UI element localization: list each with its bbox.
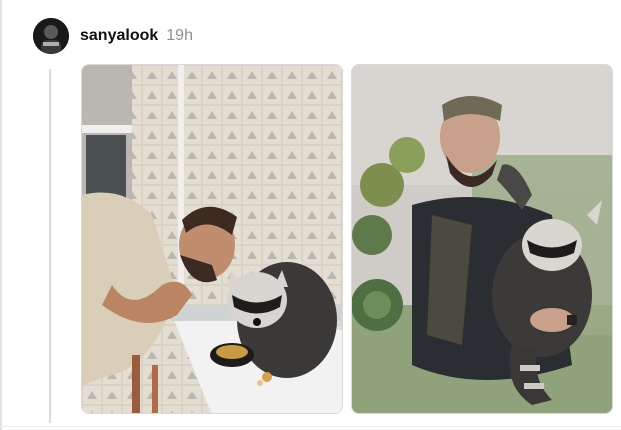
left-divider (0, 0, 2, 430)
thread-line (49, 69, 51, 423)
avatar-photo-icon (33, 18, 69, 54)
bottom-divider (0, 426, 621, 427)
photo-raccoon-kitchen-icon (82, 65, 342, 413)
photo-raccoon-hug-icon (352, 65, 612, 413)
username-link[interactable]: sanyalook (80, 27, 158, 45)
post-header: sanyalook 19h (33, 18, 193, 54)
post-image-1[interactable] (81, 64, 343, 414)
post-container: sanyalook 19h (0, 0, 621, 430)
avatar[interactable] (33, 18, 69, 54)
post-timestamp[interactable]: 19h (166, 27, 193, 45)
post-image-2[interactable] (351, 64, 613, 414)
